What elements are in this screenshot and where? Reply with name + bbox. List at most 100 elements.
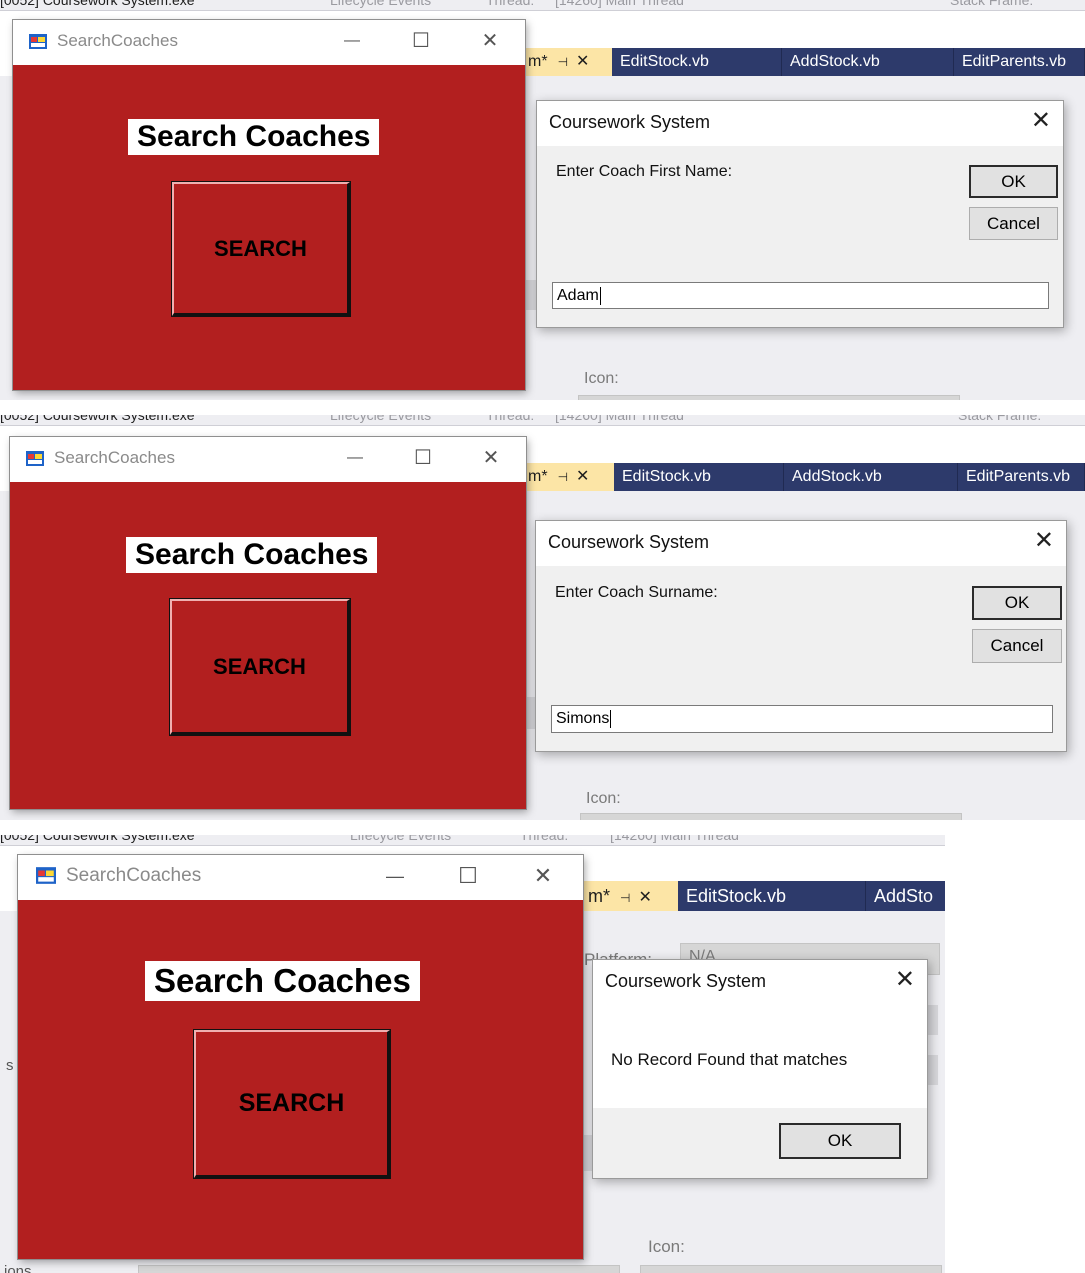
ide-tab-editstock-label: EditStock.vb — [620, 53, 709, 70]
ide-tab-addstock[interactable]: AddSto — [866, 881, 945, 911]
close-icon[interactable]: ✕ — [895, 965, 915, 994]
ide-lifecycle-text: Lifecycle Events — [330, 0, 432, 8]
window-title: SearchCoaches — [54, 448, 175, 467]
close-icon[interactable]: ✕ — [1031, 106, 1051, 135]
window-title: SearchCoaches — [57, 31, 178, 50]
close-tab-icon[interactable]: ✕ — [638, 889, 651, 906]
ide-debug-toolbar: [0052] Coursework System.exe Lifecycle E… — [0, 0, 1085, 11]
first-name-input[interactable]: Adam — [552, 282, 1049, 309]
ide-process-text: [0052] Coursework System.exe — [0, 415, 195, 423]
search-button[interactable]: SEARCH — [171, 181, 351, 317]
ide-tab-form[interactable]: m* ⊣ ✕ — [520, 463, 614, 491]
ide-tab-addstock-label: AddSto — [874, 886, 934, 906]
ide-thread-value: [14260] Main Thread — [555, 415, 684, 423]
window-title-bar: SearchCoaches — ☐ ✕ — [13, 20, 525, 65]
window-title: SearchCoaches — [66, 865, 202, 886]
screenshot-panel-3: [0052] Coursework System.exe Lifecycle E… — [0, 835, 945, 1273]
message-box-no-record: Coursework System ✕ No Record Found that… — [592, 959, 928, 1179]
app-icon — [26, 451, 44, 466]
cancel-button[interactable]: Cancel — [969, 207, 1058, 240]
dialog-title-bar: Coursework System ✕ — [536, 521, 1066, 566]
ide-icon-label: Icon: — [584, 370, 619, 387]
text-caret — [610, 709, 612, 728]
close-icon[interactable]: ✕ — [475, 28, 505, 53]
ide-debug-toolbar: [0052] Coursework System.exe Lifecycle E… — [0, 835, 945, 846]
surname-input[interactable]: Simons — [551, 705, 1053, 733]
screenshot-panel-1: [0052] Coursework System.exe Lifecycle E… — [0, 0, 1085, 400]
ok-button[interactable]: OK — [969, 165, 1058, 198]
ide-thread-value: [14260] Main Thread — [610, 835, 739, 843]
ide-lifecycle-text: Lifecycle Events — [330, 415, 432, 423]
ide-side-label: s — [6, 1057, 14, 1074]
ide-icon-label: Icon: — [586, 790, 621, 807]
close-tab-icon[interactable]: ✕ — [576, 468, 589, 485]
ide-tab-addstock[interactable]: AddStock.vb — [784, 463, 958, 491]
ide-thread-value: [14260] Main Thread — [555, 0, 684, 8]
form-heading: Search Coaches — [128, 119, 380, 155]
close-icon[interactable]: ✕ — [528, 863, 558, 889]
pin-icon[interactable]: ⊣ — [620, 891, 630, 905]
form-heading: Search Coaches — [126, 537, 378, 573]
ide-tab-editstock-label: EditStock.vb — [622, 468, 711, 485]
ide-tab-editstock[interactable]: EditStock.vb — [612, 48, 782, 76]
ide-tab-editparents[interactable]: EditParents.vb — [954, 48, 1085, 76]
input-dialog-surname: Coursework System ✕ Enter Coach Surname:… — [535, 520, 1067, 752]
screenshot-panel-2: [0052] Coursework System.exe Lifecycle E… — [0, 415, 1085, 820]
close-icon[interactable]: ✕ — [476, 445, 506, 470]
pin-icon[interactable]: ⊣ — [558, 470, 568, 484]
ide-icon-field[interactable] — [640, 1265, 942, 1273]
ide-tab-form-label: m* — [588, 886, 610, 906]
ide-tab-form[interactable]: m* ⊣ ✕ — [580, 881, 678, 911]
close-tab-icon[interactable]: ✕ — [576, 53, 589, 70]
search-button[interactable]: SEARCH — [169, 598, 351, 736]
dialog-prompt: Enter Coach Surname: — [555, 584, 718, 601]
dialog-title: Coursework System — [549, 112, 711, 132]
message-area: No Record Found that matches — [593, 1005, 927, 1108]
ide-process-text: [0052] Coursework System.exe — [0, 835, 195, 843]
search-coaches-window: SearchCoaches — ☐ ✕ Search Coaches SEARC… — [18, 855, 583, 1259]
minimize-icon[interactable]: — — [340, 449, 370, 467]
ide-stack-frame-label: Stack Frame: — [958, 415, 1042, 423]
window-title-bar: SearchCoaches — ☐ ✕ — [10, 437, 526, 482]
ide-tab-bar: m* ⊣ ✕ EditStock.vb AddStock.vb EditParent… — [520, 463, 1085, 491]
ide-thread-label: Thread: — [486, 0, 535, 8]
ok-button[interactable]: OK — [779, 1123, 901, 1159]
app-icon — [29, 34, 47, 49]
ide-tab-editstock-label: EditStock.vb — [686, 886, 787, 906]
ide-tab-editstock[interactable]: EditStock.vb — [678, 881, 866, 911]
close-icon[interactable]: ✕ — [1034, 526, 1054, 555]
ide-tab-bar: m* ⊣ ✕ EditStock.vb AddStock.vb EditParent… — [520, 48, 1085, 76]
dialog-title: Coursework System — [548, 532, 710, 552]
minimize-icon[interactable]: — — [337, 32, 367, 50]
message-text: No Record Found that matches — [611, 1050, 848, 1069]
search-coaches-window: SearchCoaches — ☐ ✕ Search Coaches SEARC… — [13, 20, 525, 390]
maximize-icon[interactable]: ☐ — [453, 863, 483, 889]
search-button[interactable]: SEARCH — [193, 1029, 391, 1179]
ide-icon-label: Icon: — [648, 1237, 685, 1256]
dialog-title: Coursework System — [605, 971, 767, 991]
dialog-prompt: Enter Coach First Name: — [556, 163, 733, 180]
ide-tab-editstock[interactable]: EditStock.vb — [614, 463, 784, 491]
ide-tab-bar: m* ⊣ ✕ EditStock.vb AddSto — [580, 881, 945, 911]
message-button-area: OK — [593, 1108, 927, 1178]
dialog-title-bar: Coursework System ✕ — [537, 101, 1063, 146]
cancel-button[interactable]: Cancel — [972, 629, 1062, 663]
first-name-input-value: Adam — [557, 287, 599, 304]
ide-tab-editparents[interactable]: EditParents.vb — [958, 463, 1085, 491]
ide-tab-form[interactable]: m* ⊣ ✕ — [520, 48, 612, 76]
ide-tab-addstock[interactable]: AddStock.vb — [782, 48, 954, 76]
ide-tab-editparents-label: EditParents.vb — [962, 53, 1067, 70]
ide-tab-addstock-label: AddStock.vb — [792, 468, 882, 485]
window-title-bar: SearchCoaches — ☐ ✕ — [18, 855, 583, 900]
pin-icon[interactable]: ⊣ — [558, 55, 568, 69]
ide-icon-field[interactable] — [578, 395, 960, 400]
ide-icon-field[interactable] — [580, 813, 962, 820]
ide-stack-frame-label: Stack Frame: — [950, 0, 1034, 8]
ok-button[interactable]: OK — [972, 586, 1062, 620]
minimize-icon[interactable]: — — [380, 866, 410, 887]
ide-debug-toolbar: [0052] Coursework System.exe Lifecycle E… — [0, 415, 1085, 426]
maximize-icon[interactable]: ☐ — [408, 445, 438, 470]
maximize-icon[interactable]: ☐ — [406, 28, 436, 53]
search-coaches-window: SearchCoaches — ☐ ✕ Search Coaches SEARC… — [10, 437, 526, 809]
dialog-title-bar: Coursework System ✕ — [593, 960, 927, 1005]
